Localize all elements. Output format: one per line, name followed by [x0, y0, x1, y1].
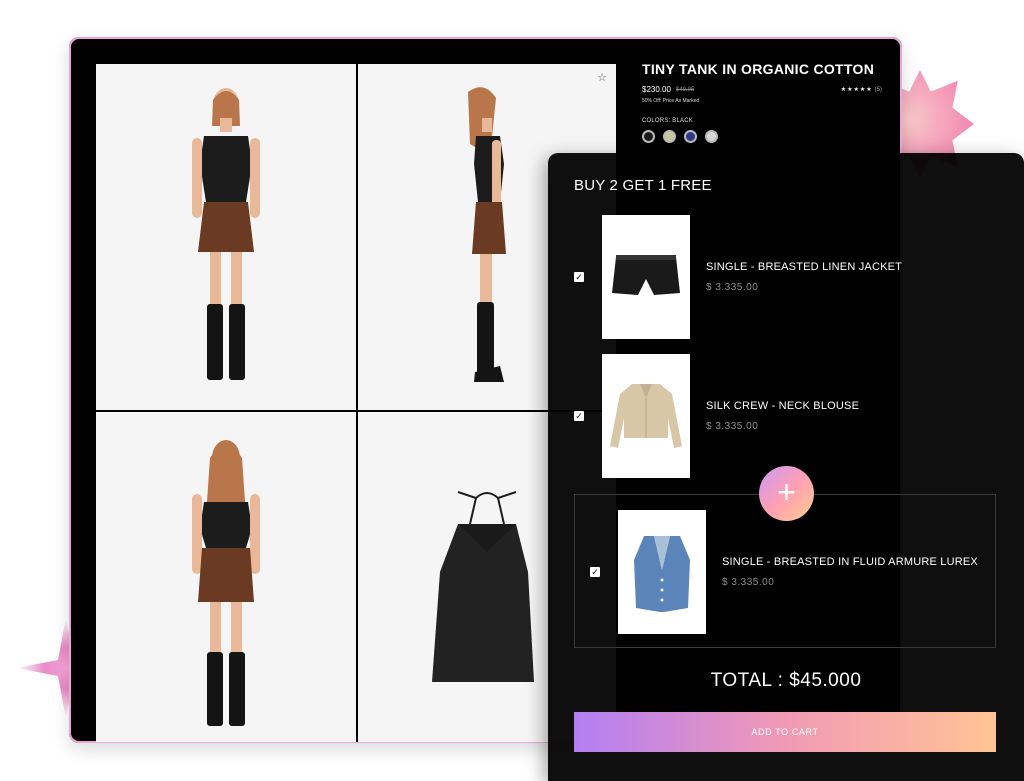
product-title: TINY TANK IN ORGANIC COTTON — [642, 61, 875, 77]
color-swatch-black[interactable] — [642, 130, 655, 143]
bundle-item-price: $ 3.335.00 — [722, 577, 775, 588]
bundle-item-name: SINGLE - BREASTED IN FLUID ARMURE LUREX — [722, 556, 978, 568]
bundle-item: ✓ SILK CREW - NECK BLOUSE $ 3.335.00 — [574, 354, 859, 478]
bundle-item-thumbnail — [602, 354, 690, 478]
color-swatch-sage[interactable] — [663, 130, 676, 143]
rating-count: (5) — [874, 87, 882, 93]
star-outline-icon[interactable]: ☆ — [596, 72, 608, 84]
discount-note: 50% Off: Price As Marked — [642, 98, 700, 104]
jacket-image — [610, 384, 682, 448]
bundle-item-price: $ 3.335.00 — [706, 421, 759, 432]
price-row: $230.00 $49.95 ★★★★★ (5) — [642, 85, 882, 94]
product-info: TINY TANK IN ORGANIC COTTON $230.00 $49.… — [642, 61, 882, 143]
rating-stars-icon: ★★★★★ — [840, 87, 873, 93]
rating[interactable]: ★★★★★ (5) — [841, 86, 882, 93]
bundle-item-thumbnail — [618, 510, 706, 634]
bundle-title: BUY 2 GET 1 FREE — [574, 177, 712, 194]
bundle-item: ✓ SINGLE - BREASTED IN FLUID ARMURE LURE… — [590, 510, 978, 634]
product-gallery: ☆ — [96, 64, 616, 742]
add-to-cart-button[interactable]: ADD TO CART — [574, 712, 996, 752]
color-swatch-grey[interactable] — [705, 130, 718, 143]
color-swatch-navy[interactable] — [684, 130, 697, 143]
bundle-item-thumbnail — [602, 215, 690, 339]
colors-label: COLORS: BLACK — [642, 118, 693, 124]
plus-icon[interactable]: + — [759, 466, 814, 521]
current-price: $230.00 — [642, 85, 671, 94]
gallery-image-back[interactable] — [96, 412, 356, 742]
old-price: $49.95 — [675, 86, 695, 93]
bundle-item-checkbox[interactable]: ✓ — [574, 411, 584, 421]
bundle-item-name: SILK CREW - NECK BLOUSE — [706, 400, 860, 412]
bundle-item-name: SINGLE - BREASTED LINEN JACKET — [706, 261, 903, 273]
bundle-item-price: $ 3.335.00 — [706, 282, 759, 293]
color-swatches — [642, 130, 882, 143]
bundle-item-checkbox[interactable]: ✓ — [590, 567, 600, 577]
gallery-image-front[interactable] — [96, 64, 356, 410]
shorts-image — [612, 255, 680, 295]
bundle-total: TOTAL : $45.000 — [710, 670, 862, 691]
bundle-item-checkbox[interactable]: ✓ — [574, 272, 584, 282]
vest-image — [634, 536, 690, 612]
model-front-image — [192, 88, 260, 380]
model-back-image — [192, 440, 260, 726]
bundle-item: ✓ SINGLE - BREASTED LINEN JACKET $ 3.335… — [574, 215, 902, 339]
